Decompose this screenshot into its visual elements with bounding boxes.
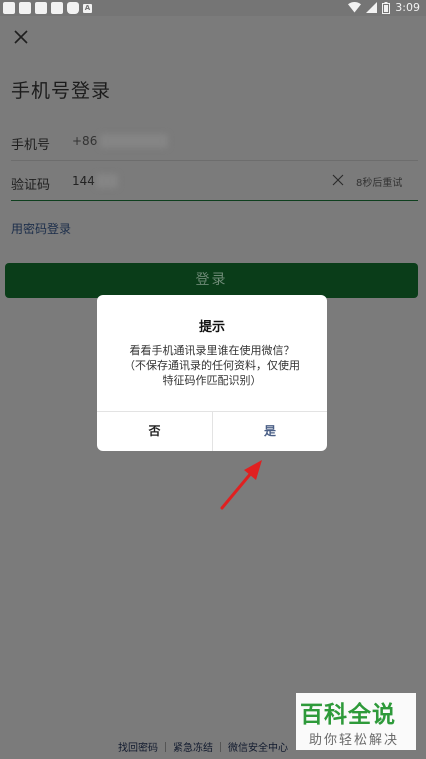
footer-divider <box>220 741 221 752</box>
password-login-link[interactable]: 用密码登录 <box>11 220 71 237</box>
dialog-message: 看看手机通讯录里谁在使用微信？ （不保存通讯录的任何资料，仅使用 特征码作匹配识… <box>111 343 313 388</box>
system-indicators: 3:09 <box>348 1 420 14</box>
dialog-message-line: （不保存通讯录的任何资料，仅使用 <box>124 359 300 372</box>
resend-countdown: 8秒后重试 <box>356 178 403 189</box>
login-button[interactable]: 登录 <box>5 263 418 298</box>
security-center-link[interactable]: 微信安全中心 <box>228 739 288 754</box>
mini-a-icon: A <box>83 4 92 13</box>
clear-icon[interactable] <box>332 174 344 186</box>
close-icon[interactable] <box>12 28 30 46</box>
code-value: 144 <box>72 174 95 188</box>
watermark-sub: 助你轻松解决 <box>309 733 400 748</box>
footer-divider <box>165 741 166 752</box>
blurred-phone-number <box>100 134 168 148</box>
country-code[interactable]: +86 <box>72 134 97 148</box>
code-label: 验证码 <box>11 178 51 193</box>
app-notification-icon <box>3 2 15 14</box>
watermark-logo: 百科全说 助你轻松解决 <box>296 693 416 750</box>
phone-input[interactable]: +86 <box>72 134 97 148</box>
watermark-main: 百科全说 <box>300 702 396 728</box>
annotation-arrow-icon <box>220 460 262 510</box>
page-title: 手机号登录 <box>11 80 112 102</box>
blurred-code <box>96 174 118 188</box>
signal-icon <box>366 2 378 13</box>
confirm-button[interactable]: 是 <box>213 411 327 451</box>
dialog-message-line: 特征码作匹配识别） <box>162 374 262 387</box>
contacts-permission-dialog: 提示 看看手机通讯录里谁在使用微信？ （不保存通讯录的任何资料，仅使用 特征码作… <box>97 295 327 451</box>
status-bar: A 3:09 <box>0 0 426 16</box>
find-password-link[interactable]: 找回密码 <box>118 739 158 754</box>
footer-links: 找回密码 紧急冻结 微信安全中心 <box>118 739 288 754</box>
square-icon <box>51 2 63 14</box>
dialog-message-line: 看看手机通讯录里谁在使用微信？ <box>129 344 295 357</box>
dialog-title: 提示 <box>198 320 225 335</box>
app-notification-icon <box>19 2 31 14</box>
notification-icons: A <box>3 2 92 14</box>
battery-icon <box>382 1 391 14</box>
phone-divider <box>11 160 418 161</box>
wifi-icon <box>348 2 362 13</box>
cancel-button[interactable]: 否 <box>97 411 212 451</box>
app-notification-icon <box>35 2 47 14</box>
code-divider <box>11 200 418 201</box>
clock: 3:09 <box>395 1 420 14</box>
code-input[interactable]: 144 <box>72 174 95 188</box>
phone-label: 手机号 <box>11 138 51 153</box>
round-icon <box>67 2 79 14</box>
emergency-freeze-link[interactable]: 紧急冻结 <box>173 739 213 754</box>
